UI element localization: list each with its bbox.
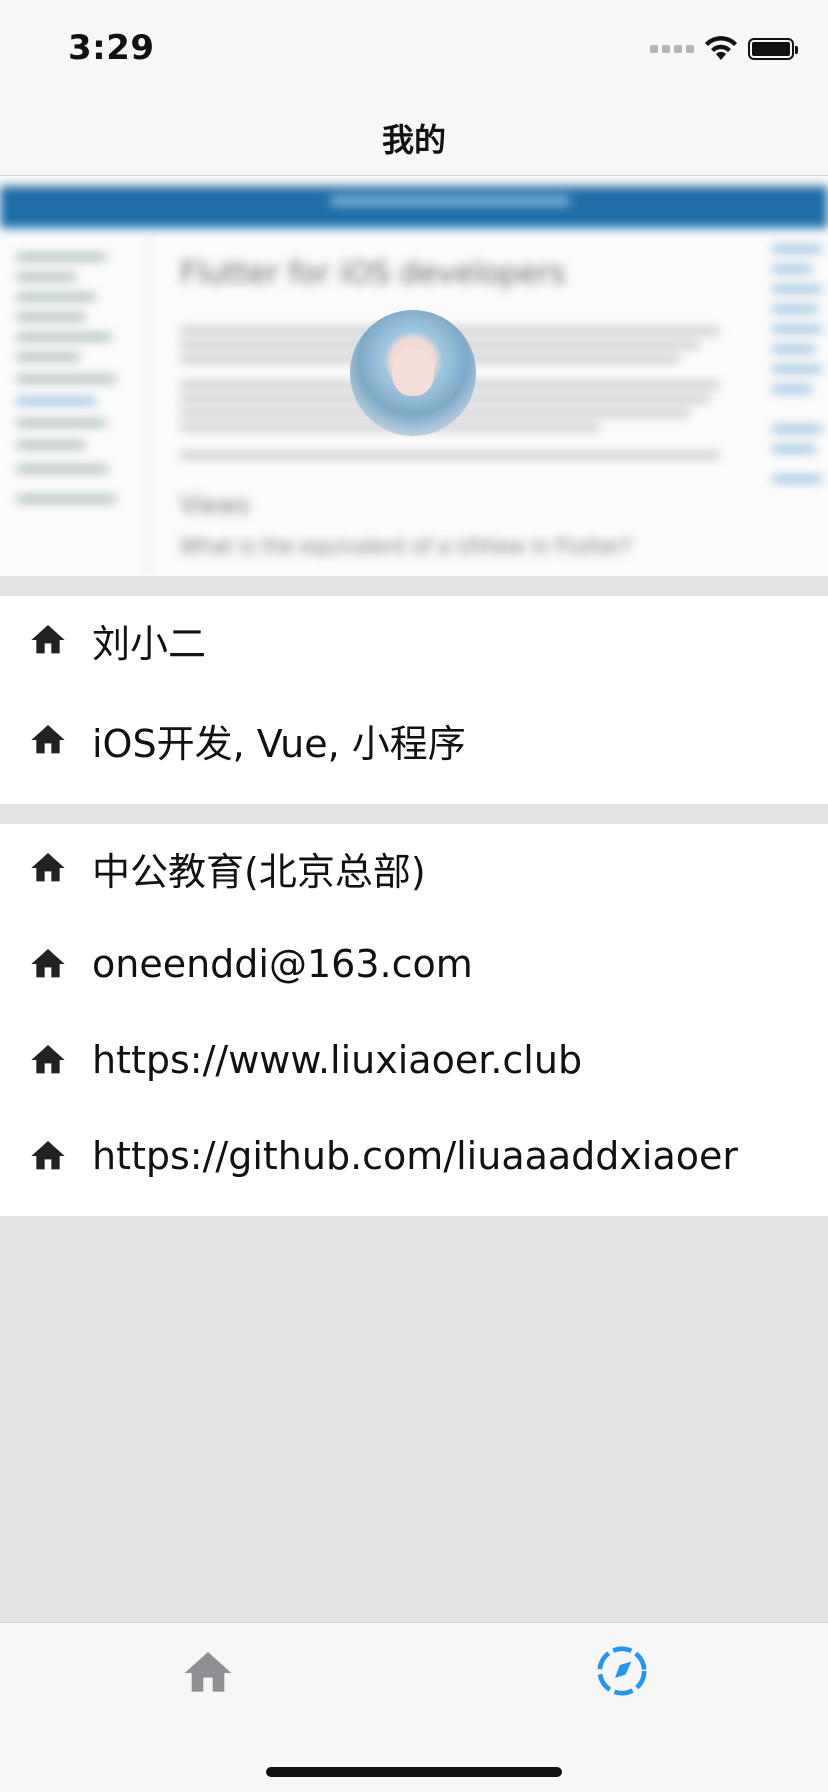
list-item-company[interactable]: 中公教育(北京总部) — [0, 828, 828, 908]
profile-header: Flutter for iOS developers Views What is… — [0, 176, 828, 576]
skills-label: iOS开发, Vue, 小程序 — [92, 721, 466, 766]
profile-screen: 3:29 我的 Flutter for iOS developers Views… — [0, 0, 828, 1792]
home-indicator — [266, 1767, 562, 1777]
website-link: https://www.liuxiaoer.club — [92, 1038, 583, 1082]
status-time: 3:29 — [68, 28, 155, 68]
contact-info-section: 中公教育(北京总部) oneenddi@163.com https://www.… — [0, 824, 828, 1216]
home-icon — [31, 625, 65, 654]
avatar[interactable] — [350, 310, 476, 436]
status-bar: 3:29 — [0, 0, 828, 100]
list-item-name[interactable]: 刘小二 — [0, 600, 828, 680]
tab-home-icon[interactable] — [180, 1645, 236, 1701]
list-item-github[interactable]: https://github.com/liuaaaddxiaoer — [0, 1116, 828, 1196]
home-icon — [31, 725, 65, 754]
company-label: 中公教育(北京总部) — [92, 849, 426, 894]
email-label: oneenddi@163.com — [92, 942, 473, 986]
status-icons — [650, 34, 798, 64]
navigation-bar: 我的 — [0, 100, 828, 176]
home-icon — [31, 1141, 65, 1170]
home-icon — [31, 1045, 65, 1074]
list-item-email[interactable]: oneenddi@163.com — [0, 924, 828, 1004]
blurred-section-heading: Views — [180, 491, 250, 519]
tab-compass-icon[interactable] — [594, 1643, 650, 1699]
name-label: 刘小二 — [92, 621, 207, 666]
blurred-question: What is the equivalent of a UIView in Fl… — [180, 534, 633, 558]
profile-info-section: 刘小二 iOS开发, Vue, 小程序 — [0, 596, 828, 804]
battery-icon — [748, 38, 798, 60]
home-icon — [31, 853, 65, 882]
cellular-signal-icon — [650, 45, 694, 53]
page-title: 我的 — [381, 120, 446, 159]
home-icon — [31, 949, 65, 978]
list-item-skills[interactable]: iOS开发, Vue, 小程序 — [0, 700, 828, 780]
list-item-website[interactable]: https://www.liuxiaoer.club — [0, 1020, 828, 1100]
tab-bar — [0, 1622, 828, 1792]
github-link: https://github.com/liuaaaddxiaoer — [92, 1134, 738, 1178]
blurred-doc-title: Flutter for iOS developers — [180, 256, 566, 291]
wifi-icon — [705, 36, 737, 60]
